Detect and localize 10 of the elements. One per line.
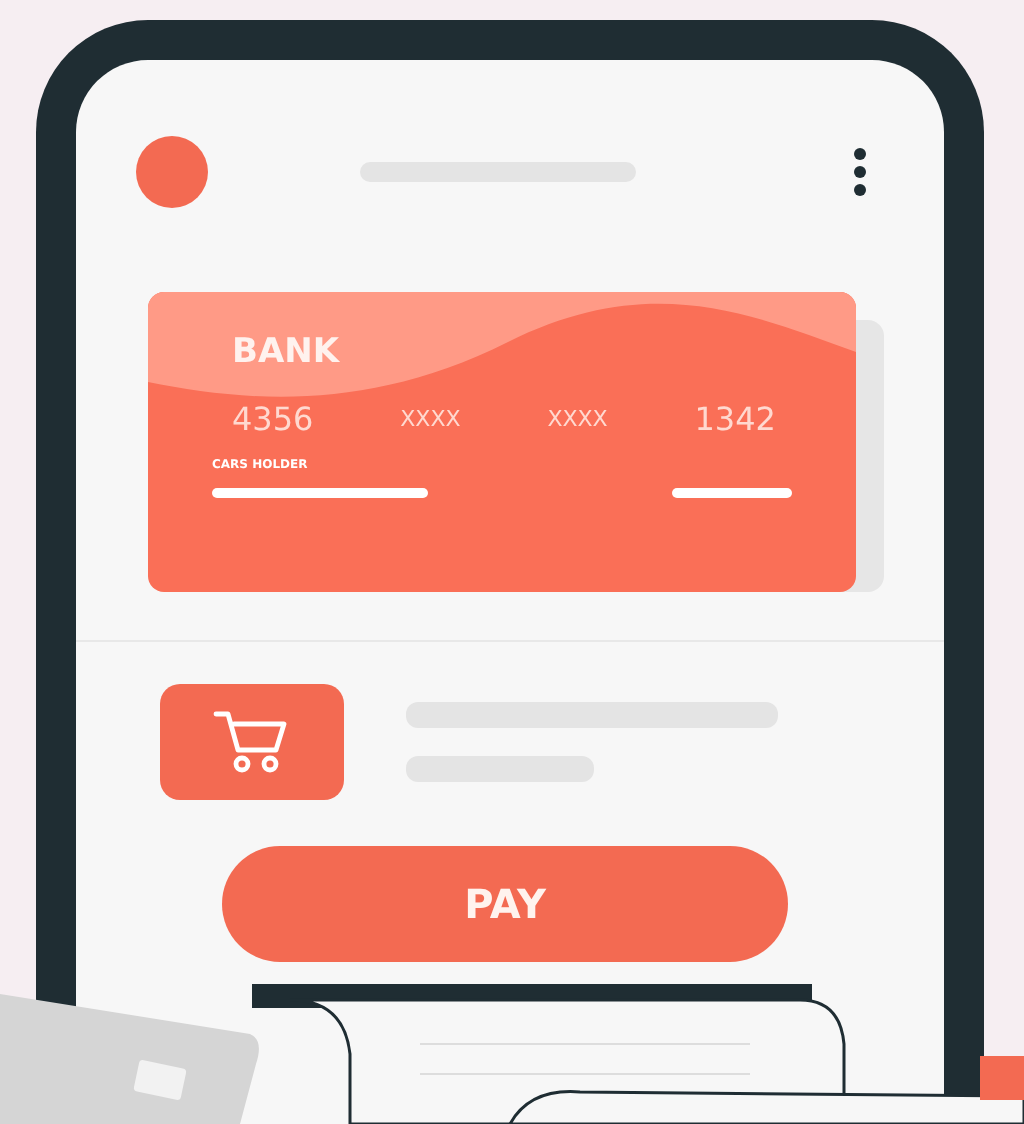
card-number-group: 4356 xyxy=(232,400,314,438)
expiry-line xyxy=(672,488,792,498)
card-number-group: 1342 xyxy=(694,400,776,438)
card-number-group: XXXX xyxy=(547,406,608,432)
cart-icon xyxy=(212,708,292,776)
bank-name: BANK xyxy=(232,332,342,372)
avatar-dot xyxy=(136,136,208,208)
menu-icon[interactable] xyxy=(852,146,868,198)
pay-button[interactable]: PAY xyxy=(222,846,788,962)
card-number-group: XXXX xyxy=(400,406,461,432)
